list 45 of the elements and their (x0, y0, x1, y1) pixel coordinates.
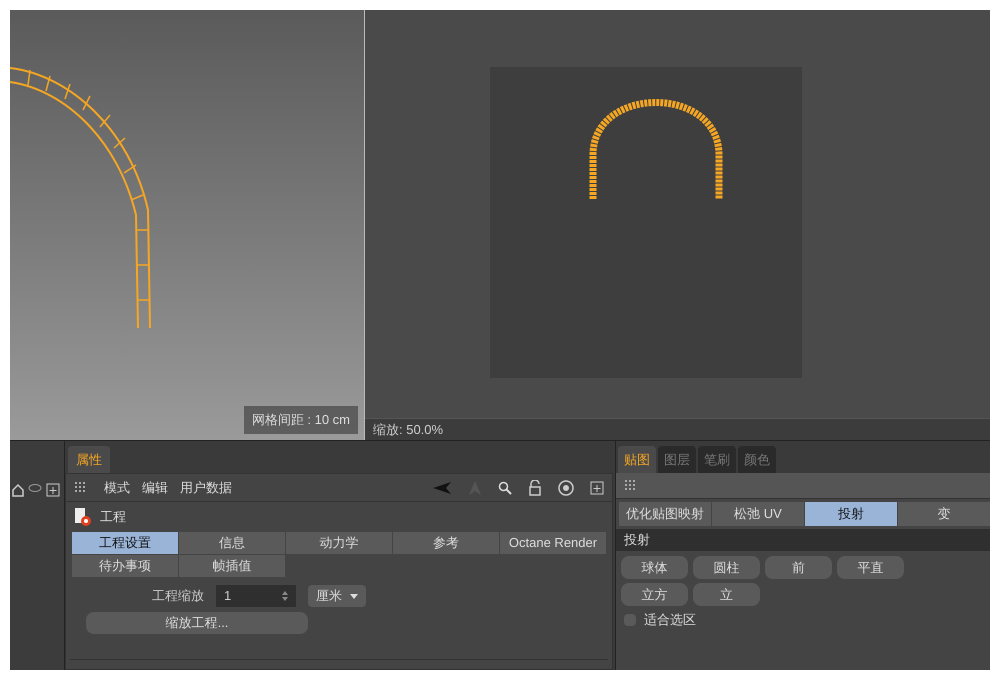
projection-button[interactable]: 立方 (621, 583, 688, 606)
scale-project-button[interactable]: 缩放工程... (86, 612, 308, 634)
scale-field[interactable]: 1 (216, 585, 296, 607)
oval-icon[interactable] (28, 483, 42, 493)
tab[interactable]: 信息 (179, 532, 285, 554)
checkbox-label: 适合选区 (644, 611, 696, 629)
tab[interactable]: 工程设置 (72, 532, 178, 554)
tab[interactable]: 帧插值 (179, 555, 285, 577)
menu-item[interactable]: 编辑 (142, 478, 168, 498)
spinner-arrows-icon[interactable] (282, 591, 288, 601)
tab[interactable]: 投射 (805, 502, 897, 526)
unit-dropdown[interactable]: 厘米 (308, 585, 366, 607)
tab[interactable]: 变 (898, 502, 990, 526)
section-header: 投射 (616, 529, 990, 551)
plus-icon[interactable] (46, 483, 60, 497)
tab[interactable]: 笔刷 (698, 446, 736, 473)
tab[interactable]: Octane Render (500, 532, 606, 554)
grip-icon[interactable] (624, 478, 638, 492)
projection-button[interactable]: 立 (693, 583, 760, 606)
menu-item[interactable]: 用户数据 (180, 478, 232, 498)
tab[interactable]: 动力学 (286, 532, 392, 554)
plus-icon[interactable] (590, 480, 604, 494)
target-icon[interactable] (558, 480, 574, 496)
grip-icon[interactable] (74, 480, 88, 494)
tab[interactable]: 优化贴图映射 (619, 502, 711, 526)
tab[interactable]: 参考 (393, 532, 499, 554)
tab[interactable]: 松弛 UV (712, 502, 804, 526)
zoom-label: 缩放: 50.0% (373, 420, 444, 439)
tab[interactable]: 贴图 (618, 446, 656, 473)
tab[interactable]: 图层 (658, 446, 696, 473)
grid-spacing-label: 网格间距 : 10 cm (252, 412, 350, 427)
projection-button[interactable]: 前 (765, 556, 832, 579)
object-title: 工程 (100, 508, 126, 526)
caret-icon (350, 594, 358, 598)
tab[interactable]: 颜色 (738, 446, 776, 473)
projection-button[interactable]: 圆柱 (693, 556, 760, 579)
tab[interactable]: 待办事项 (72, 555, 178, 577)
projection-button[interactable]: 平直 (837, 556, 904, 579)
field-label: 工程缩放 (151, 587, 204, 606)
menu-item[interactable]: 模式 (104, 478, 130, 498)
panel-tab[interactable]: 属性 (68, 446, 110, 473)
search-icon[interactable] (498, 480, 512, 494)
lock-icon[interactable] (528, 480, 542, 496)
projection-button[interactable]: 球体 (621, 556, 688, 579)
home-icon[interactable] (12, 483, 24, 497)
